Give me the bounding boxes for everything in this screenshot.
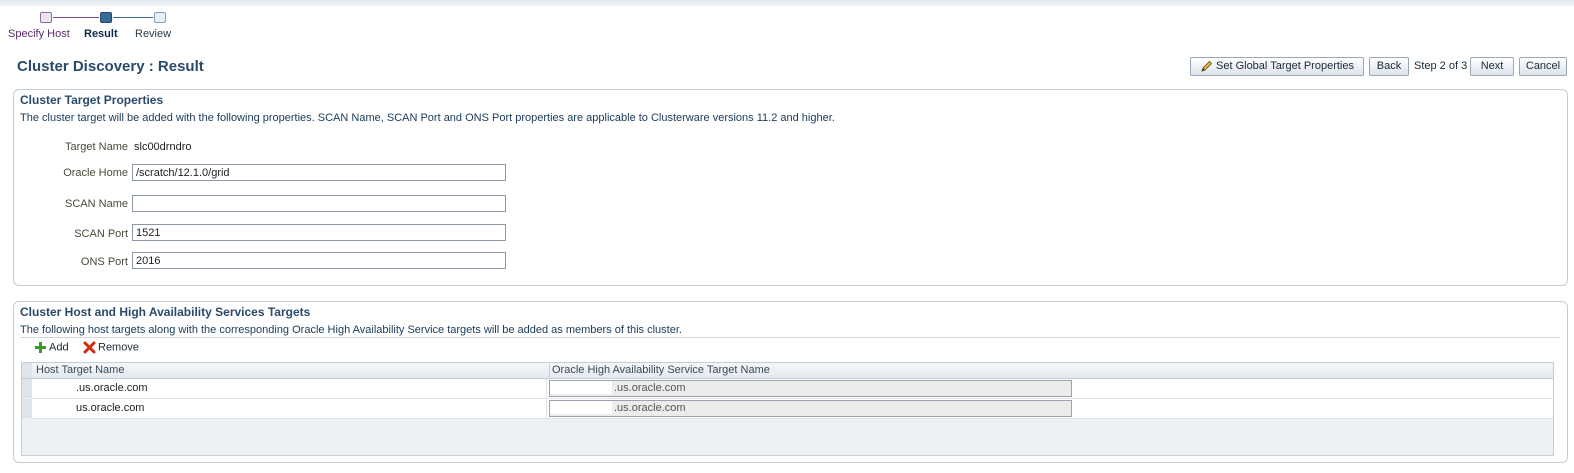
- cell-divider: [546, 379, 547, 398]
- train-stop-specify-host[interactable]: [40, 12, 52, 23]
- table-row[interactable]: .us.oracle.com .us.oracle.com: [32, 379, 1553, 399]
- has-target-name-input[interactable]: .us.oracle.com: [549, 400, 1072, 417]
- train-stop-review: [154, 12, 166, 23]
- column-header-has-target-name[interactable]: Oracle High Availability Service Target …: [549, 364, 770, 377]
- add-button[interactable]: Add: [34, 341, 69, 354]
- page-title: Cluster Discovery : Result: [17, 58, 204, 75]
- top-bar: [0, 0, 1574, 6]
- plus-icon: [35, 342, 46, 353]
- redacted-block: [550, 381, 612, 394]
- train-connector: [113, 17, 153, 18]
- has-target-name-text: .us.oracle.com: [614, 382, 686, 394]
- add-label: Add: [49, 341, 69, 354]
- oracle-home-input[interactable]: [132, 164, 506, 181]
- back-button[interactable]: Back: [1369, 57, 1409, 76]
- oracle-home-label: Oracle Home: [63, 167, 128, 179]
- section-description: The following host targets along with th…: [20, 324, 682, 336]
- section-description: The cluster target will be added with th…: [20, 112, 835, 124]
- target-name-label: Target Name: [65, 141, 128, 153]
- ons-port-input[interactable]: [132, 252, 506, 269]
- scan-port-label: SCAN Port: [74, 228, 128, 240]
- cluster-host-targets-section: Cluster Host and High Availability Servi…: [13, 301, 1568, 463]
- redacted-block: [550, 401, 612, 414]
- pencil-icon: [1201, 60, 1213, 72]
- section-heading: Cluster Host and High Availability Servi…: [20, 305, 311, 319]
- scan-name-input[interactable]: [132, 195, 506, 212]
- set-global-label: Set Global Target Properties: [1216, 60, 1354, 72]
- train-stop-result: [100, 12, 112, 23]
- step-indicator: Step 2 of 3: [1414, 60, 1468, 72]
- table-header: Host Target Name Oracle High Availabilit…: [22, 363, 1553, 379]
- train-label-specify-host[interactable]: Specify Host: [8, 28, 70, 40]
- host-targets-table: Host Target Name Oracle High Availabilit…: [21, 362, 1554, 456]
- remove-label: Remove: [98, 341, 139, 354]
- table-row[interactable]: us.oracle.com .us.oracle.com: [32, 399, 1553, 419]
- target-name-value: slc00drndro: [134, 141, 192, 153]
- row-selector[interactable]: [22, 399, 32, 418]
- next-button[interactable]: Next: [1470, 57, 1514, 76]
- column-header-host-target-name[interactable]: Host Target Name: [36, 364, 124, 376]
- remove-x-icon: [83, 341, 96, 354]
- cancel-button[interactable]: Cancel: [1519, 57, 1567, 76]
- train-label-result: Result: [84, 28, 118, 40]
- host-target-name-cell: .us.oracle.com: [36, 382, 148, 395]
- ons-port-label: ONS Port: [80, 256, 128, 268]
- cell-divider: [546, 399, 547, 418]
- step-train: Specify Host Result Review: [8, 10, 208, 44]
- host-target-name-text: .us.oracle.com: [76, 382, 148, 394]
- train-connector: [53, 17, 99, 18]
- host-target-name-cell: us.oracle.com: [36, 402, 144, 415]
- has-target-name-text: .us.oracle.com: [614, 402, 686, 414]
- has-target-name-input[interactable]: .us.oracle.com: [549, 380, 1072, 397]
- scan-name-label: SCAN Name: [65, 198, 128, 210]
- train-label-review: Review: [135, 28, 172, 40]
- section-heading: Cluster Target Properties: [20, 93, 164, 107]
- scan-port-input[interactable]: [132, 224, 506, 241]
- set-global-target-properties-button[interactable]: Set Global Target Properties: [1190, 57, 1364, 76]
- table-toolbar: Add Remove: [20, 337, 1560, 358]
- row-selector[interactable]: [22, 379, 32, 398]
- cluster-target-properties-section: Cluster Target Properties The cluster ta…: [13, 89, 1568, 286]
- host-target-name-text: us.oracle.com: [76, 402, 145, 414]
- redacted-block: [36, 402, 76, 415]
- header-selector: [22, 363, 32, 378]
- remove-button[interactable]: Remove: [83, 341, 139, 354]
- redacted-block: [36, 382, 76, 395]
